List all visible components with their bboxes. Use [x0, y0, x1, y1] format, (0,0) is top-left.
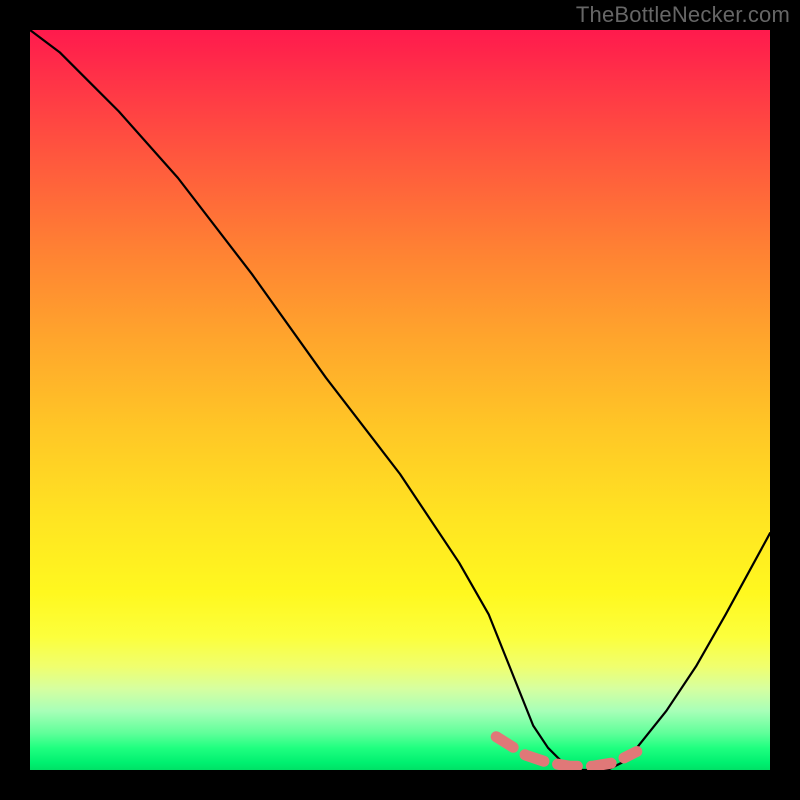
sweet-spot-dots	[496, 737, 637, 767]
chart-container: TheBottleNecker.com	[0, 0, 800, 800]
curve-overlay	[30, 30, 770, 770]
bottleneck-curve-line	[30, 30, 770, 770]
attribution-text: TheBottleNecker.com	[576, 2, 790, 28]
gradient-plot-area	[30, 30, 770, 770]
